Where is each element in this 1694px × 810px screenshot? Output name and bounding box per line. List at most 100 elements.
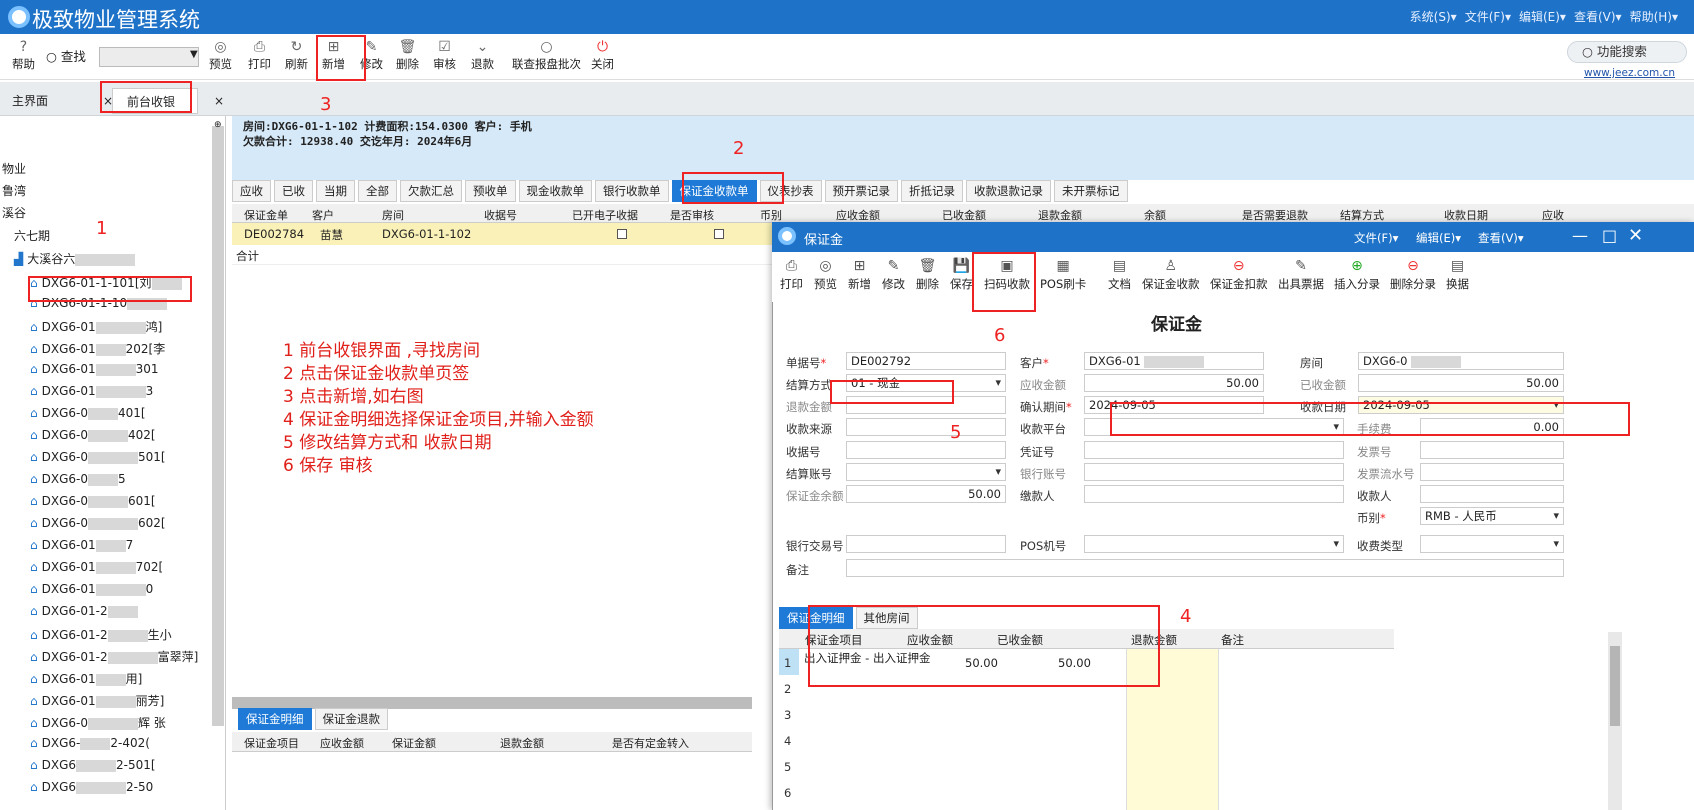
audit-button[interactable]: ☑ 审核 — [433, 38, 456, 72]
tree-room[interactable]: ⌂ DXG6 2-501[ — [30, 758, 156, 772]
batch-button[interactable]: ○ 联查报盘批次 — [512, 38, 581, 72]
doc-no-field[interactable]: DE002792 — [846, 352, 1006, 370]
refund-button[interactable]: ⌄ 退款 — [471, 38, 494, 72]
website-link[interactable]: www.jeez.com.cn — [1584, 67, 1675, 79]
pos-button[interactable]: ▦ POS刷卡 — [1040, 258, 1086, 292]
find-button[interactable]: ○ 查找 — [46, 46, 86, 65]
delete-entry-button[interactable]: ⊖ 删除分录 — [1390, 258, 1436, 292]
tree-node[interactable]: 鲁湾 — [2, 182, 26, 199]
tree-room[interactable]: ⌂ DXG6-01 用] — [30, 670, 142, 687]
tree-room[interactable]: ⌂ DXG6 2-50 — [30, 780, 153, 794]
tree-room[interactable]: ⌂ DXG6-01 7 — [30, 538, 133, 552]
tab-cashier-close-icon[interactable]: × — [214, 88, 224, 114]
tree-room[interactable]: ⌂ DXG6-0 辉 张 — [30, 714, 166, 731]
tree-room[interactable]: ⌂ DXG6-0 402[ — [30, 428, 156, 442]
tree-room[interactable]: ⌂ DXG6-01 202[李 — [30, 340, 165, 357]
save-button[interactable]: 💾 保存 — [950, 258, 973, 292]
tree-room[interactable]: ⌂ DXG6-01-2 — [30, 604, 138, 618]
fee-type-select[interactable] — [1420, 535, 1564, 553]
subtab-4[interactable]: 欠款汇总 — [400, 180, 462, 202]
balance-field[interactable]: 50.00 — [846, 485, 1006, 503]
preview-button[interactable]: ◎ 预览 — [209, 38, 232, 72]
account-select[interactable] — [846, 463, 1006, 481]
tree-room[interactable]: ⌂ DXG6-0 401[ — [30, 406, 146, 420]
grid-header-cell[interactable]: 收据号 — [484, 207, 517, 223]
tree-room[interactable]: ⌂ DXG6-01 702[ — [30, 560, 163, 574]
refresh-button[interactable]: ↻ 刷新 — [285, 38, 308, 72]
preview-button[interactable]: ◎ 预览 — [814, 258, 837, 292]
grid-header-cell[interactable]: 退款金额 — [1038, 207, 1082, 223]
tree-room[interactable]: ⌂ DXG6-0 501[ — [30, 450, 166, 464]
delete-button[interactable]: 🗑 删除 — [916, 258, 939, 292]
grid-header-cell[interactable]: 保证金单 — [244, 207, 288, 223]
bank-field[interactable] — [1084, 463, 1344, 481]
grid-header-cell[interactable]: 是否需要退款 — [1242, 207, 1308, 223]
grid-header-cell[interactable]: 应收 — [1542, 207, 1564, 223]
grid-header-cell[interactable]: 应收金额 — [836, 207, 880, 223]
pos-select[interactable] — [1084, 535, 1344, 553]
invoice-field[interactable] — [1420, 441, 1564, 459]
issue-receipt-button[interactable]: ✎ 出具票据 — [1278, 258, 1324, 292]
subtab-11[interactable]: 折抵记录 — [901, 180, 963, 202]
subtab-12[interactable]: 收款退款记录 — [966, 180, 1051, 202]
subtab-5[interactable]: 预收单 — [465, 180, 516, 202]
subtab-6[interactable]: 现金收款单 — [518, 180, 592, 202]
grid-header-cell[interactable]: 是否审核 — [670, 207, 714, 223]
received-field[interactable]: 50.00 — [1358, 374, 1564, 392]
payer-field[interactable] — [1084, 485, 1344, 503]
receipt-field[interactable] — [846, 441, 1006, 459]
voucher-field[interactable] — [1084, 441, 1344, 459]
dialog-menu-view[interactable]: 查看(V)▾ — [1478, 230, 1524, 246]
subtab-7[interactable]: 银行收款单 — [595, 180, 669, 202]
dialog-grid-scrollbar[interactable] — [1608, 632, 1622, 810]
maximize-icon[interactable]: □ — [1602, 226, 1617, 245]
tab-deposit-detail[interactable]: 保证金明细 — [238, 708, 312, 730]
dialog-menu-edit[interactable]: 编辑(E)▾ — [1416, 230, 1461, 246]
audited-checkbox[interactable] — [714, 229, 724, 239]
swap-button[interactable]: ▤ 换据 — [1446, 258, 1469, 292]
tree-room[interactable]: ⌂ DXG6- 2-402( — [30, 736, 150, 750]
tree-room[interactable]: ⌂ DXG6-0 5 — [30, 472, 126, 486]
minimize-icon[interactable]: — — [1572, 226, 1588, 245]
subtab-10[interactable]: 预开票记录 — [824, 180, 898, 202]
print-button[interactable]: ⎙ 打印 — [780, 258, 803, 292]
tree-room[interactable]: ⌂ DXG6-01 301 — [30, 362, 159, 376]
feature-search-input[interactable]: ○ 功能搜索 — [1567, 41, 1687, 63]
tree-room[interactable]: ⌂ DXG6-01 鸿] — [30, 318, 162, 335]
grid-header-cell[interactable]: 收款日期 — [1444, 207, 1488, 223]
tree-room[interactable]: ⌂ DXG6-0 602[ — [30, 516, 166, 530]
deposit-deduct-button[interactable]: ⊖ 保证金扣款 — [1210, 258, 1268, 292]
tree-node[interactable]: 溪谷 — [2, 204, 26, 221]
deposit-collect-button[interactable]: ♙ 保证金收款 — [1142, 258, 1200, 292]
menu-edit[interactable]: 编辑(E)▾ — [1519, 8, 1566, 25]
tree-room[interactable]: ⌂ DXG6-01-2 生小 — [30, 626, 172, 643]
invoice-serial-field[interactable] — [1420, 463, 1564, 481]
subtab-0[interactable]: 应收 — [232, 180, 271, 202]
source-field[interactable] — [846, 418, 1006, 436]
tree-room[interactable]: ⌂ DXG6-01 3 — [30, 384, 153, 398]
tree-room[interactable]: ⌂ DXG6-0 601[ — [30, 494, 156, 508]
grid-header-cell[interactable]: 已开电子收据 — [572, 207, 638, 223]
menu-file[interactable]: 文件(F)▾ — [1465, 8, 1511, 25]
grid-header-cell[interactable]: 币别 — [760, 207, 782, 223]
grid-header-cell[interactable]: 已收金额 — [942, 207, 986, 223]
tab-main[interactable]: 主界面 — [12, 88, 48, 114]
receivable-field[interactable]: 50.00 — [1084, 374, 1264, 392]
tree-node[interactable]: 六七期 — [14, 227, 50, 244]
currency-select[interactable]: RMB - 人民币 — [1420, 507, 1564, 525]
print-button[interactable]: ⎙ 打印 — [248, 38, 271, 72]
tree-node-building[interactable]: ▟ 大溪谷六 — [14, 250, 136, 267]
grid-header-cell[interactable]: 客户 — [312, 207, 334, 223]
help-button[interactable]: ? 帮助 — [12, 38, 35, 72]
customer-field[interactable]: DXG6-01 — [1084, 352, 1264, 370]
edit-button[interactable]: ✎ 修改 — [882, 258, 905, 292]
tree-scrollbar[interactable] — [212, 126, 224, 726]
tree-room[interactable]: ⌂ DXG6-01 0 — [30, 582, 153, 596]
pin-icon[interactable]: ⊕ — [214, 120, 222, 130]
find-input[interactable] — [99, 47, 199, 67]
subtab-1[interactable]: 已收 — [274, 180, 313, 202]
menu-view[interactable]: 查看(V)▾ — [1574, 8, 1622, 25]
delete-button[interactable]: 🗑 删除 — [396, 38, 419, 72]
tree-node[interactable]: 物业 — [2, 160, 26, 177]
tree-room[interactable]: ⌂ DXG6-01-2 富翠萍] — [30, 648, 198, 665]
